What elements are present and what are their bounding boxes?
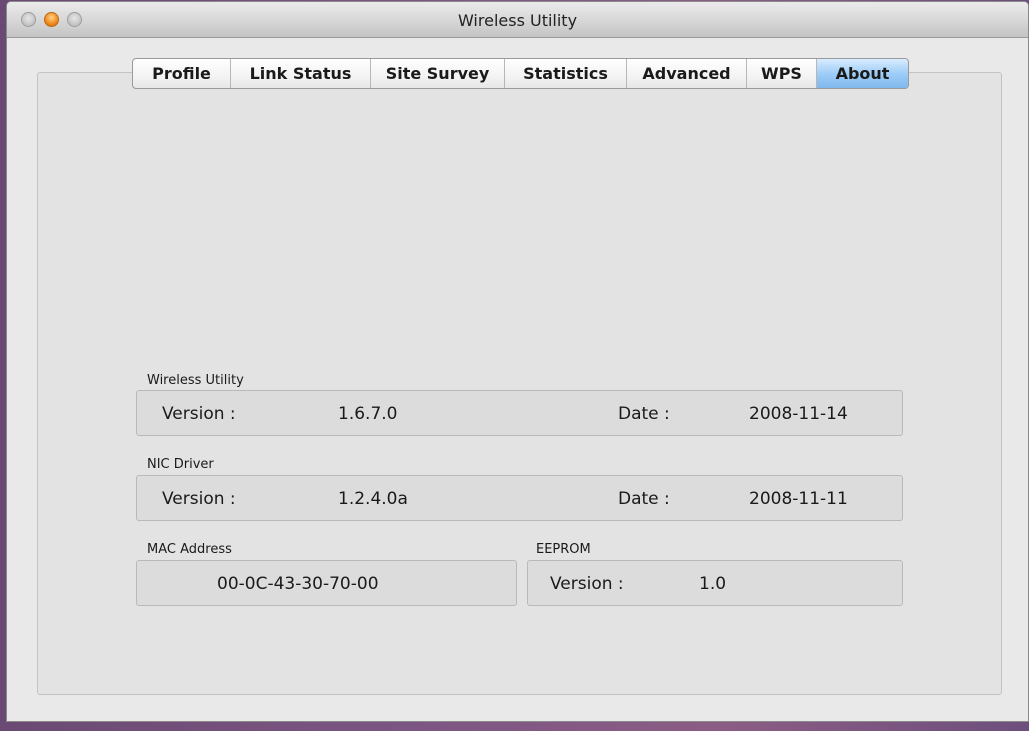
eeprom-version-value: 1.0: [699, 574, 727, 594]
title-bar[interactable]: Wireless Utility: [7, 2, 1028, 38]
eeprom-group: Version : 1.0: [527, 560, 903, 606]
tab-about[interactable]: About: [817, 59, 908, 88]
mac-address-value: 00-0C-43-30-70-00: [217, 574, 379, 594]
driver-date-label: Date :: [618, 489, 670, 509]
tab-bar: Profile Link Status Site Survey Statisti…: [132, 58, 909, 89]
utility-date-label: Date :: [618, 404, 670, 424]
driver-version-label: Version :: [162, 489, 236, 509]
driver-version-value: 1.2.4.0a: [338, 489, 408, 509]
tab-statistics[interactable]: Statistics: [505, 59, 627, 88]
tab-site-survey[interactable]: Site Survey: [371, 59, 505, 88]
eeprom-group-label: EEPROM: [536, 542, 591, 557]
tab-profile[interactable]: Profile: [133, 59, 231, 88]
wireless-utility-group-label: Wireless Utility: [147, 373, 244, 388]
tab-link-status[interactable]: Link Status: [231, 59, 371, 88]
nic-driver-group: Version : 1.2.4.0a Date : 2008-11-11: [136, 475, 903, 521]
utility-version-value: 1.6.7.0: [338, 404, 398, 424]
tab-wps[interactable]: WPS: [747, 59, 817, 88]
wireless-utility-group: Version : 1.6.7.0 Date : 2008-11-14: [136, 390, 903, 436]
tab-advanced[interactable]: Advanced: [627, 59, 747, 88]
window-title: Wireless Utility: [457, 11, 578, 30]
nic-driver-group-label: NIC Driver: [147, 457, 214, 472]
eeprom-version-label: Version :: [550, 574, 624, 594]
mac-address-group-label: MAC Address: [147, 542, 232, 557]
utility-date-value: 2008-11-14: [749, 404, 848, 424]
utility-version-label: Version :: [162, 404, 236, 424]
app-window: Wireless Utility Profile Link Status Sit…: [6, 1, 1029, 722]
mac-address-group: 00-0C-43-30-70-00: [136, 560, 517, 606]
driver-date-value: 2008-11-11: [749, 489, 848, 509]
